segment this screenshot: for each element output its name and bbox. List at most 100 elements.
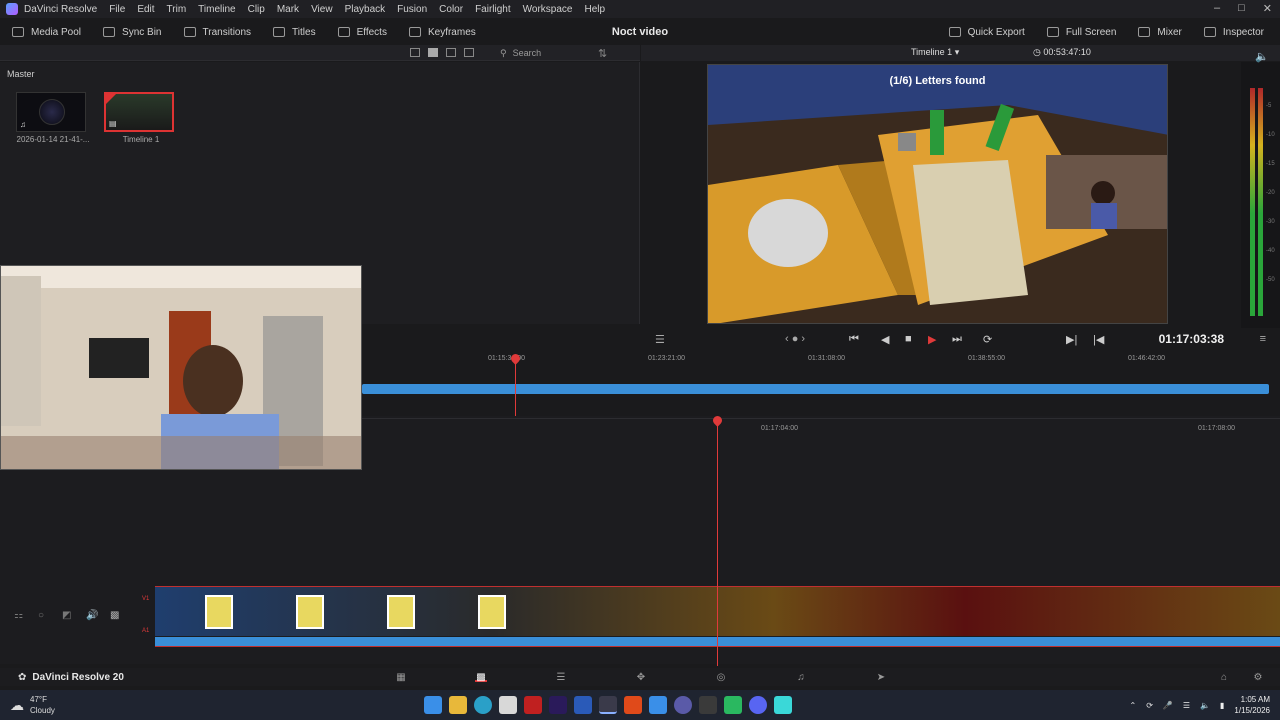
- discord-icon[interactable]: [749, 696, 767, 714]
- windows-start-icon[interactable]: [424, 696, 442, 714]
- tray-chevron-icon[interactable]: ⌃: [1129, 701, 1136, 710]
- monitor-icon[interactable]: ▩: [110, 610, 119, 621]
- page-navigation-bar: ✿ DaVinci Resolve 20 ▦ ▩ ☰ ✥ ◎ ♫ ➤ ⌂ ⚙: [0, 668, 1280, 686]
- davinci-taskbar-icon[interactable]: [599, 696, 617, 714]
- edit-page-icon[interactable]: ☰: [555, 672, 567, 683]
- media-page-icon[interactable]: ▦: [395, 672, 407, 683]
- media-pool-label: Media Pool: [31, 26, 82, 38]
- go-to-end-icon[interactable]: ⏭: [952, 333, 962, 346]
- keyframes-button[interactable]: Keyframes: [408, 27, 476, 38]
- timeline-clip[interactable]: ▤ Timeline 1: [104, 92, 178, 144]
- home-icon[interactable]: ⌂: [1218, 672, 1230, 683]
- menu-color[interactable]: Color: [439, 4, 463, 15]
- viewer-menu-icon[interactable]: ≡: [1260, 333, 1266, 345]
- effects-button[interactable]: Effects: [337, 27, 387, 38]
- color-page-icon[interactable]: ◎: [715, 672, 727, 683]
- menu-view[interactable]: View: [311, 4, 333, 15]
- menu-workspace[interactable]: Workspace: [523, 4, 573, 15]
- metadata-view-icon[interactable]: [464, 48, 474, 57]
- media-clip[interactable]: ♫ 2026-01-14 21-41-...: [16, 92, 90, 144]
- viewer-frame[interactable]: (1/6) Letters found: [707, 64, 1168, 324]
- prev-frame-icon[interactable]: ‹ ● ›: [785, 333, 805, 345]
- menu-help[interactable]: Help: [584, 4, 605, 15]
- timeline-options-icon[interactable]: ☰: [655, 333, 665, 346]
- quick-export-button[interactable]: Quick Export: [948, 27, 1025, 38]
- edge-browser-icon[interactable]: [474, 696, 492, 714]
- sort-icon[interactable]: ⇅: [598, 47, 607, 60]
- full-screen-button[interactable]: Full Screen: [1046, 27, 1116, 38]
- fusion-page-icon[interactable]: ✥: [635, 672, 647, 683]
- sync-bin-button[interactable]: Sync Bin: [103, 27, 162, 38]
- list-view-icon[interactable]: [410, 48, 420, 57]
- mixer-button[interactable]: Mixer: [1138, 26, 1182, 38]
- notes-icon[interactable]: [774, 696, 792, 714]
- deliver-page-icon[interactable]: ➤: [875, 672, 887, 683]
- game-scene-image: [708, 65, 1167, 323]
- file-explorer-icon[interactable]: [449, 696, 467, 714]
- mcafee-icon[interactable]: [524, 696, 542, 714]
- strip-view-icon[interactable]: [446, 48, 456, 57]
- menu-fairlight[interactable]: Fairlight: [475, 4, 511, 15]
- prev-edit-icon[interactable]: |◀: [1093, 333, 1104, 346]
- lock-track-icon[interactable]: ⚏: [14, 610, 23, 621]
- menu-trim[interactable]: Trim: [167, 4, 187, 15]
- fairlight-page-icon[interactable]: ♫: [795, 672, 807, 683]
- titles-button[interactable]: Titles: [273, 27, 316, 38]
- word-icon[interactable]: [574, 696, 592, 714]
- menu-clip[interactable]: Clip: [248, 4, 265, 15]
- maximize-icon[interactable]: □: [1238, 2, 1245, 15]
- next-edit-icon[interactable]: ▶|: [1066, 333, 1077, 346]
- mixer-label: Mixer: [1157, 26, 1182, 38]
- lower-ruler[interactable]: 01:17:04:00 01:17:08:00: [362, 418, 1280, 432]
- media-pool-button[interactable]: Media Pool: [12, 27, 81, 38]
- battery-icon[interactable]: ▮: [1220, 701, 1224, 710]
- cut-page-icon[interactable]: ▩: [475, 672, 487, 683]
- reverse-icon[interactable]: ◀: [881, 333, 889, 346]
- app-icon-green[interactable]: [724, 696, 742, 714]
- ruler-tick: 01:17:04:00: [761, 425, 798, 432]
- menu-playback[interactable]: Playback: [345, 4, 386, 15]
- search-input[interactable]: ⚲ Search: [500, 45, 610, 61]
- taskbar-clock[interactable]: 1:05 AM 1/15/2026: [1234, 694, 1270, 716]
- store-icon[interactable]: [499, 696, 517, 714]
- inspector-button[interactable]: Inspector: [1203, 27, 1264, 38]
- wifi-icon[interactable]: ☰: [1183, 701, 1190, 710]
- thumbnail-view-icon[interactable]: [428, 48, 438, 57]
- davinci-brand-icon: ✿: [18, 671, 27, 683]
- loop-icon[interactable]: ⟳: [983, 333, 992, 346]
- app-icon-circle[interactable]: [674, 696, 692, 714]
- settings-gear-icon[interactable]: ⚙: [1252, 672, 1264, 683]
- speaker-icon[interactable]: 🔈: [1255, 50, 1269, 63]
- menu-fusion[interactable]: Fusion: [397, 4, 427, 15]
- play-icon[interactable]: ▶: [928, 333, 936, 346]
- weather-widget[interactable]: ☁ 47°F Cloudy: [10, 694, 55, 716]
- sync-icon[interactable]: ⟳: [1146, 701, 1153, 710]
- go-to-start-icon[interactable]: ⏮: [849, 333, 859, 346]
- clip-thumbnail: ♫: [16, 92, 86, 132]
- premiere-icon[interactable]: [549, 696, 567, 714]
- calculator-icon[interactable]: [699, 696, 717, 714]
- headphones-icon[interactable]: ◩: [62, 610, 71, 621]
- menu-edit[interactable]: Edit: [137, 4, 154, 15]
- windows-taskbar: ☁ 47°F Cloudy ⌃ ⟳ 🎤 ☰ 🔈 ▮ 1:05 AM 1/15/2…: [0, 690, 1280, 720]
- stop-icon[interactable]: ■: [905, 333, 912, 345]
- menu-mark[interactable]: Mark: [277, 4, 299, 15]
- close-icon[interactable]: ✕: [1263, 2, 1272, 15]
- link-icon[interactable]: ○: [38, 610, 44, 621]
- mic-icon[interactable]: 🎤: [1163, 701, 1173, 710]
- effects-icon: [337, 27, 350, 37]
- volume-tray-icon[interactable]: 🔈: [1200, 701, 1210, 710]
- app-icon-f[interactable]: [624, 696, 642, 714]
- timeline-selector[interactable]: Timeline 1 ▾: [911, 47, 959, 58]
- upper-overview-track[interactable]: [362, 384, 1269, 394]
- transitions-label: Transitions: [202, 26, 252, 38]
- timeline-playhead[interactable]: [717, 420, 718, 666]
- menu-file[interactable]: File: [109, 4, 125, 15]
- menu-timeline[interactable]: Timeline: [198, 4, 235, 15]
- minimize-icon[interactable]: –: [1214, 2, 1220, 15]
- transitions-button[interactable]: Transitions: [183, 26, 252, 38]
- master-bin-label[interactable]: Master: [7, 69, 35, 79]
- upper-ruler[interactable]: 01:15:34:00 01:23:21:00 01:31:08:00 01:3…: [362, 352, 1280, 366]
- volume-icon[interactable]: 🔊: [86, 610, 98, 621]
- app-icon-blue[interactable]: [649, 696, 667, 714]
